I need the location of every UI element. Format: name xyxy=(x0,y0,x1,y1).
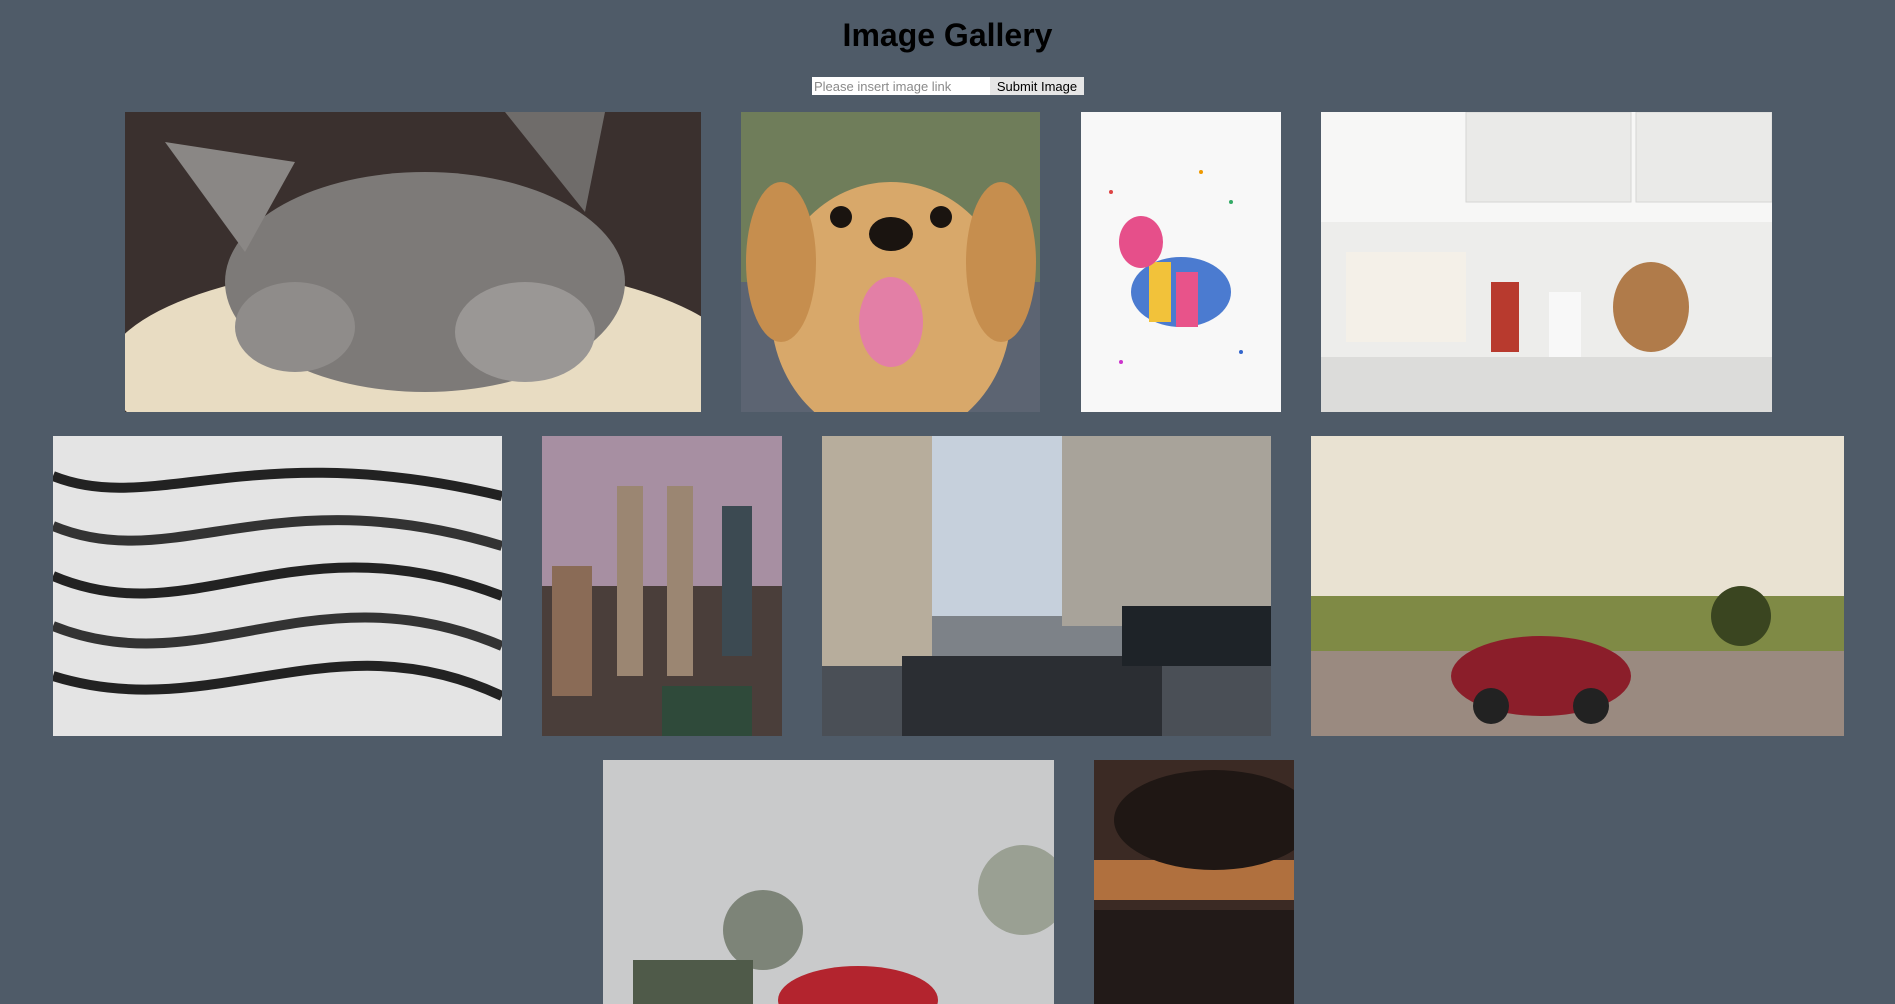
page-title: Image Gallery xyxy=(842,17,1053,53)
image-link-form: Submit Image xyxy=(812,77,1084,95)
image-link-input[interactable] xyxy=(812,77,990,95)
gallery-image-city-street xyxy=(822,436,1271,736)
gallery-image-wave-pattern xyxy=(53,436,502,736)
gallery-image-red-car-sunset xyxy=(1311,436,1844,736)
gallery-image-puppy xyxy=(741,112,1040,412)
submit-image-button[interactable]: Submit Image xyxy=(990,77,1084,95)
gallery-image-pinata xyxy=(1081,112,1281,412)
gallery-image-red-car-fog xyxy=(603,760,1054,1004)
gallery-image-kitten xyxy=(125,112,701,412)
gallery-image-dark-sunset-sky xyxy=(1094,760,1294,1004)
gallery-image-city-towers xyxy=(542,436,782,736)
gallery-image-kitchen xyxy=(1321,112,1772,412)
